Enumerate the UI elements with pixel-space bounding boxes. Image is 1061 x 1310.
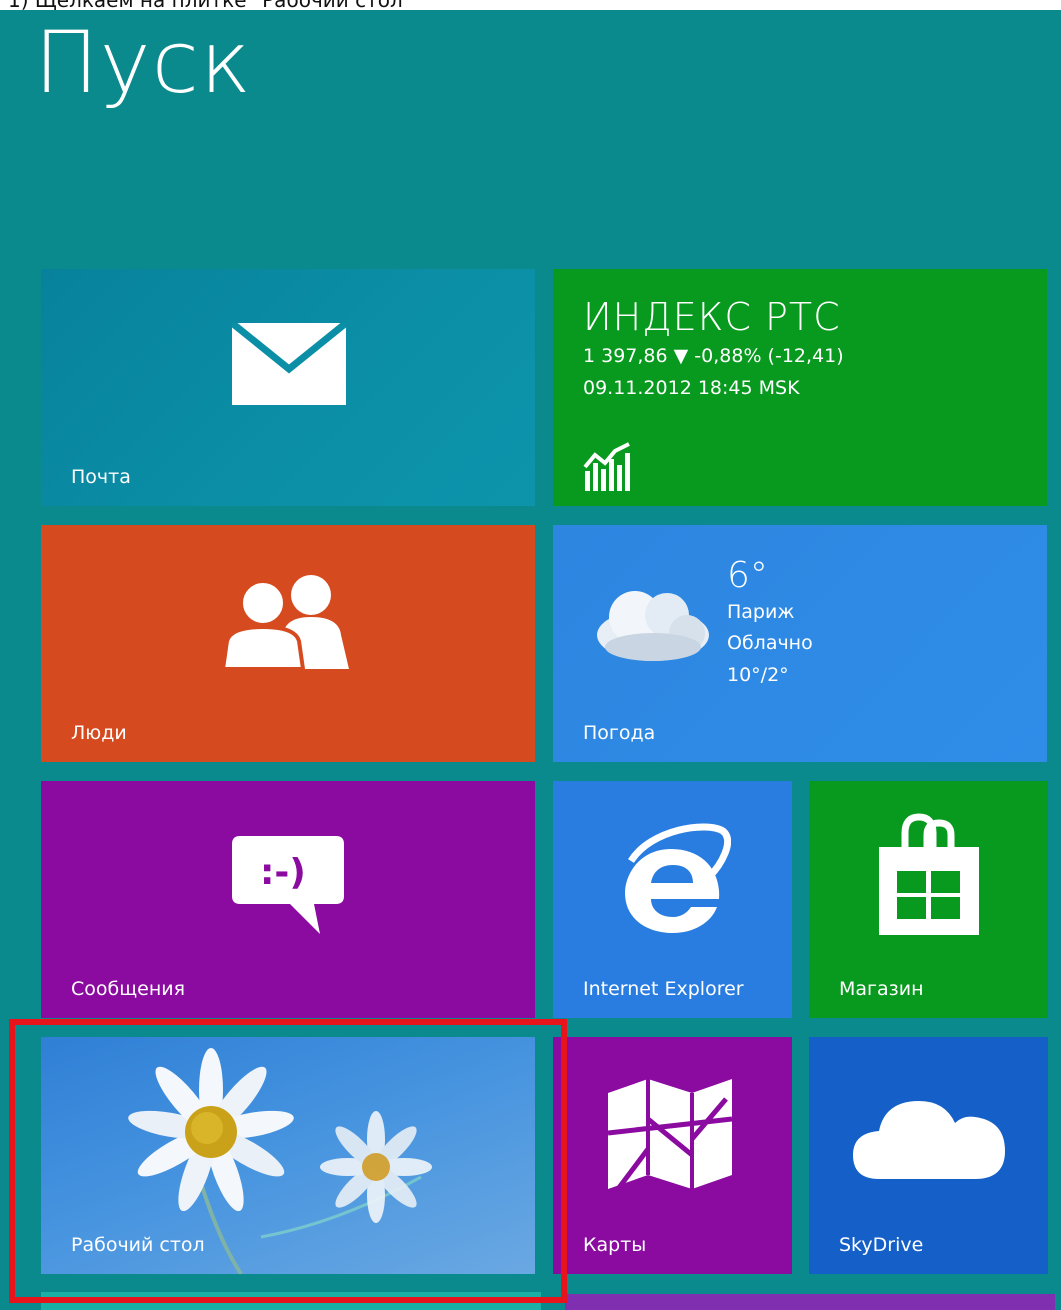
weather-city: Париж: [727, 601, 795, 623]
finance-chart-icon: [583, 442, 630, 491]
stock-index-value: 1 397,86 ▼ -0,88% (-12,41): [583, 345, 844, 367]
tile-store-label: Магазин: [839, 978, 924, 1000]
weather-temperature: 6°: [727, 555, 768, 596]
tile-mail[interactable]: Почта: [41, 269, 535, 506]
map-icon: [608, 1079, 732, 1189]
tile-skydrive-label: SkyDrive: [839, 1234, 924, 1256]
skydrive-cloud-icon: [853, 1101, 1005, 1179]
tile-store[interactable]: Магазин: [809, 781, 1048, 1018]
store-bag-icon: [879, 813, 979, 935]
start-screen-title: Пуск: [34, 13, 252, 113]
tile-messaging[interactable]: :-) Сообщения: [41, 781, 535, 1018]
tile-desktop-label: Рабочий стол: [71, 1234, 205, 1256]
tile-maps-label: Карты: [583, 1234, 647, 1256]
tile-internet-explorer[interactable]: Internet Explorer: [553, 781, 792, 1018]
instruction-caption-text: 1) Щелкаем на плитке "Рабочий стол": [8, 0, 412, 10]
tile-desktop[interactable]: Рабочий стол: [41, 1037, 535, 1274]
weather-range: 10°/2°: [727, 664, 789, 686]
partial-tile-bottom-right: [565, 1294, 1055, 1310]
svg-text::-): :-): [260, 852, 306, 893]
tile-weather[interactable]: 6° Париж Облачно 10°/2° Погода: [553, 525, 1047, 762]
tile-weather-label: Погода: [583, 722, 656, 744]
tile-ie-label: Internet Explorer: [583, 978, 744, 1000]
people-icon: [223, 575, 349, 669]
tile-maps[interactable]: Карты: [553, 1037, 792, 1274]
partial-tile-bottom-left: [41, 1292, 541, 1310]
weather-condition: Облачно: [727, 632, 813, 654]
tile-people[interactable]: Люди: [41, 525, 535, 762]
tile-mail-label: Почта: [71, 466, 131, 488]
tile-skydrive[interactable]: SkyDrive: [809, 1037, 1048, 1274]
cloud-icon: [597, 591, 709, 661]
tile-finance[interactable]: ИНДЕКС РТС 1 397,86 ▼ -0,88% (-12,41) 09…: [553, 269, 1047, 506]
tile-messaging-label: Сообщения: [71, 978, 186, 1000]
stock-index-timestamp: 09.11.2012 18:45 MSK: [583, 377, 800, 399]
chat-bubble-icon: :-): [232, 836, 344, 934]
stock-index-title: ИНДЕКС РТС: [583, 295, 841, 339]
tile-people-label: Люди: [71, 722, 127, 744]
internet-explorer-icon: [625, 823, 731, 933]
instruction-caption: 1) Щелкаем на плитке "Рабочий стол": [0, 0, 1061, 10]
mail-envelope-icon: [232, 323, 346, 405]
